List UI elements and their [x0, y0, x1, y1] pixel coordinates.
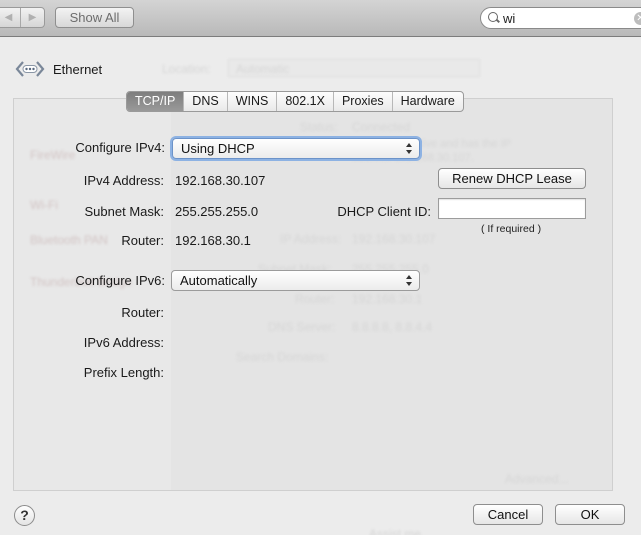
- tab-wins[interactable]: WINS: [226, 92, 277, 111]
- ghost-location-value: Automatic: [236, 62, 290, 76]
- ghost-location-label: Location:: [162, 62, 211, 76]
- popup-arrows-icon: [406, 142, 413, 155]
- subnet-mask-label: Subnet Mask:: [84, 204, 165, 219]
- ghost-router-label: Router:: [295, 292, 335, 306]
- ok-button[interactable]: OK: [555, 504, 625, 525]
- ipv6-address-label: IPv6 Address:: [83, 335, 164, 350]
- back-button[interactable]: ◀: [0, 8, 20, 27]
- dhcp-client-id-field[interactable]: [438, 198, 586, 219]
- tab-tcpip[interactable]: TCP/IP: [127, 92, 184, 111]
- configure-ipv6-value: Automatically: [180, 273, 258, 288]
- popup-arrows-icon: [406, 274, 413, 287]
- configure-ipv6-label: Configure IPv6:: [75, 273, 165, 288]
- help-button[interactable]: ?: [14, 505, 35, 526]
- router-value: 192.168.30.1: [175, 233, 251, 248]
- search-field[interactable]: ✕: [480, 7, 641, 29]
- dhcp-client-id-hint: ( If required ): [481, 223, 542, 235]
- ipv4-address-value: 192.168.30.107: [175, 173, 266, 188]
- forward-button[interactable]: ▶: [20, 8, 44, 27]
- router-label: Router:: [121, 233, 164, 248]
- ipv6-router-label: Router:: [121, 305, 164, 320]
- renew-dhcp-lease-button[interactable]: Renew DHCP Lease: [438, 168, 586, 189]
- dhcp-client-id-label: DHCP Client ID:: [337, 204, 431, 219]
- configure-ipv4-label: Configure IPv4:: [75, 140, 165, 155]
- ghost-service-1: FireWire: [30, 148, 76, 162]
- tab-8021x[interactable]: 802.1X: [276, 92, 333, 111]
- ghost-dns-value: 8.8.8.8, 8.8.4.4: [352, 320, 433, 334]
- chevron-left-icon: ◀: [4, 12, 13, 23]
- ghost-search-domains-label: Search Domains:: [236, 350, 329, 364]
- back-forward-group: ◀ ▶: [0, 7, 45, 28]
- tab-proxies[interactable]: Proxies: [332, 92, 392, 111]
- clear-icon[interactable]: ✕: [634, 12, 641, 25]
- search-icon: [487, 11, 501, 25]
- ghost-advanced-button: Advanced...: [505, 472, 569, 486]
- ghost-service-2: Wi-Fi: [30, 198, 58, 212]
- prefix-length-label: Prefix Length:: [83, 365, 164, 380]
- ghost-status-value: Connected: [352, 120, 411, 134]
- ghost-ip-label: IP Address:: [280, 232, 342, 246]
- ghost-service-3: Bluetooth PAN: [30, 233, 108, 247]
- tab-dns[interactable]: DNS: [183, 92, 226, 111]
- ghost-router-value: 192.168.30.1: [352, 292, 423, 306]
- window-toolbar: ◀ ▶ Show All ✕: [0, 0, 641, 37]
- configure-ipv4-value: Using DHCP: [181, 141, 255, 156]
- configure-ipv4-select[interactable]: Using DHCP: [172, 138, 420, 159]
- ghost-status-label: Status:: [300, 120, 338, 134]
- ghost-dns-label: DNS Server:: [268, 320, 336, 334]
- ghost-ip-value: 192.168.30.107: [352, 232, 436, 246]
- chevron-right-icon: ▶: [28, 12, 37, 23]
- ethernet-icon: [15, 61, 45, 77]
- cancel-button[interactable]: Cancel: [473, 504, 543, 525]
- ipv4-address-label: IPv4 Address:: [83, 173, 164, 188]
- show-all-button[interactable]: Show All: [55, 7, 134, 28]
- tab-bar: TCP/IP DNS WINS 802.1X Proxies Hardware: [126, 91, 464, 112]
- search-input[interactable]: [503, 10, 623, 26]
- configure-ipv6-select[interactable]: Automatically: [171, 270, 420, 291]
- ghost-assist-button: Assist me...: [369, 527, 432, 535]
- tab-hardware[interactable]: Hardware: [391, 92, 463, 111]
- pane-title: Ethernet: [53, 62, 103, 77]
- subnet-mask-value: 255.255.255.0: [175, 204, 259, 219]
